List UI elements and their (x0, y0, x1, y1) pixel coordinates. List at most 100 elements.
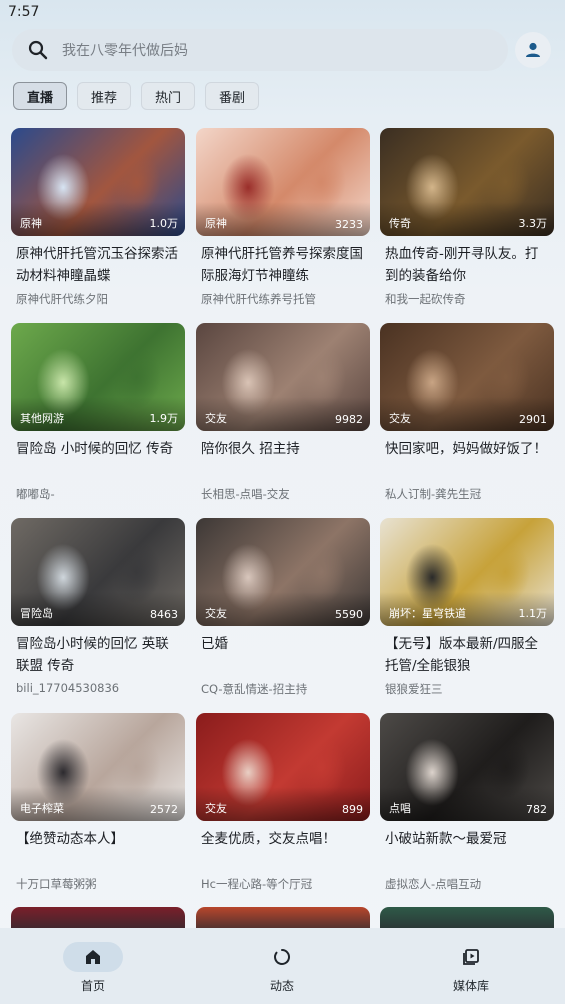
live-room-card[interactable]: 电子榨菜 2572 【绝赞动态本人】 十万口草莓粥粥 (11, 713, 185, 893)
tab-recommend[interactable]: 推荐 (77, 82, 132, 110)
live-view-count: 1.9万 (149, 412, 179, 425)
nav-dynamic-pill (252, 942, 312, 972)
user-icon (526, 42, 540, 57)
live-category: 原神 (205, 217, 227, 230)
live-thumbnail: 冒险岛 8463 (11, 518, 185, 626)
live-room-card[interactable]: 交友 899 全麦优质，交友点唱！ Hc一程心路-等个厅冠 (196, 713, 370, 893)
live-view-count: 8463 (150, 608, 178, 621)
status-bar: 7:57 (0, 0, 565, 24)
live-category: 交友 (205, 412, 227, 425)
nav-home-label: 首页 (80, 979, 105, 993)
live-room-card[interactable]: 点唱 782 小破站新款～最爱冠 虚拟恋人-点唱互动 (380, 713, 554, 893)
live-title: 已婚 (201, 636, 228, 652)
live-view-count: 2901 (519, 413, 547, 426)
live-category: 交友 (389, 412, 411, 425)
live-title: 原神代肝托管养号探索度国际服海灯节神瞳练 (201, 246, 363, 284)
nav-home[interactable]: 首页 (33, 942, 153, 998)
live-thumbnail: 交友 2901 (380, 323, 554, 431)
live-category: 冒险岛 (20, 607, 53, 620)
nav-home-pill (63, 942, 123, 972)
live-owner: 私人订制-龚先生冠 (385, 487, 482, 501)
tab-hot[interactable]: 热门 (141, 82, 196, 110)
live-view-count: 3.3万 (518, 217, 548, 230)
live-thumbnail: 交友 9982 (196, 323, 370, 431)
live-title: 【无号】版本最新/四服全托管/全能银狼 (385, 636, 539, 674)
live-category: 电子榨菜 (20, 802, 64, 815)
tab-recommend-label: 推荐 (91, 90, 118, 106)
live-title: 冒险岛 小时候的回忆 传奇 (16, 441, 174, 457)
nav-media-label: 媒体库 (452, 979, 489, 993)
live-view-count: 5590 (335, 608, 363, 621)
category-tabs: 直播 推荐 热门 番剧 (13, 82, 260, 110)
search-input[interactable]: 我在八零年代做后妈 (12, 29, 508, 71)
live-room-card[interactable]: 交友 9982 陪你很久 招主持 长相思-点唱-交友 (196, 323, 370, 503)
live-title: 小破站新款～最爱冠 (385, 831, 507, 847)
tab-anime-label: 番剧 (219, 90, 246, 106)
live-thumbnail: 崩坏：星穹铁道 1.1万 (380, 518, 554, 626)
live-category: 崩坏：星穹铁道 (389, 607, 466, 620)
live-title: 冒险岛小时候的回忆 英联联盟 传奇 (16, 636, 169, 674)
search-icon (28, 40, 48, 60)
live-view-count: 1.1万 (518, 607, 548, 620)
live-owner: 和我一起砍传奇 (385, 292, 466, 306)
avatar[interactable] (515, 32, 551, 68)
bottom-nav: 首页 动态 媒体库 (0, 928, 565, 1004)
live-view-count: 782 (526, 803, 547, 816)
home-icon (86, 950, 100, 964)
live-thumbnail: 原神 3233 (196, 128, 370, 236)
live-owner: 十万口草莓粥粥 (16, 877, 97, 891)
live-category: 交友 (205, 607, 227, 620)
live-title: 【绝赞动态本人】 (16, 831, 124, 847)
live-thumbnail: 原神 1.0万 (11, 128, 185, 236)
live-view-count: 9982 (335, 413, 363, 426)
live-owner: bili_17704530836 (16, 681, 120, 695)
live-view-count: 3233 (335, 218, 363, 231)
nav-dynamic-label: 动态 (269, 979, 294, 993)
nav-media-pill (441, 942, 501, 972)
live-owner: 虚拟恋人-点唱互动 (385, 877, 482, 891)
live-room-card[interactable]: 崩坏：星穹铁道 1.1万【无号】版本最新/四服全托管/全能银狼银狼爱狂三 (380, 518, 554, 698)
media-library-icon (463, 949, 479, 965)
live-owner: 银狼爱狂三 (385, 682, 443, 696)
live-thumbnail: 交友 899 (196, 713, 370, 821)
dynamic-circle-icon (274, 948, 290, 965)
live-owner: 原神代肝代练夕阳 (16, 292, 108, 306)
live-room-card[interactable]: 交友 5590 已婚 CQ-意乱情迷-招主持 (196, 518, 370, 698)
live-category: 传奇 (389, 217, 411, 230)
nav-media-library[interactable]: 媒体库 (411, 942, 531, 998)
live-owner: 长相思-点唱-交友 (201, 487, 290, 501)
live-title: 全麦优质，交友点唱！ (201, 831, 336, 847)
nav-dynamic[interactable]: 动态 (222, 942, 342, 998)
live-thumbnail: 电子榨菜 2572 (11, 713, 185, 821)
live-room-card[interactable]: 原神 3233 原神代肝托管养号探索度国际服海灯节神瞳练原神代肝代练养号托管 (196, 128, 370, 308)
search-row: 我在八零年代做后妈 (12, 29, 553, 71)
live-category: 其他网游 (20, 412, 64, 425)
live-view-count: 1.0万 (149, 217, 179, 230)
live-room-card[interactable]: 交友 2901 快回家吧，妈妈做好饭了！ 私人订制-龚先生冠 (380, 323, 554, 503)
status-time: 7:57 (8, 4, 40, 20)
live-title: 原神代肝托管沉玉谷探索活动材料神瞳晶蝶 (16, 246, 178, 284)
live-title: 快回家吧，妈妈做好饭了！ (385, 441, 547, 457)
tab-hot-label: 热门 (155, 90, 182, 106)
live-view-count: 899 (342, 803, 363, 816)
search-placeholder: 我在八零年代做后妈 (62, 43, 188, 59)
live-title: 热血传奇-刚开寻队友。打到的装备给你 (385, 246, 539, 284)
live-category: 原神 (20, 217, 42, 230)
live-thumbnail: 点唱 782 (380, 713, 554, 821)
live-room-card[interactable]: 冒险岛 8463 冒险岛小时候的回忆 英联联盟 传奇 bili_17704530836 (11, 518, 185, 698)
live-thumbnail: 其他网游 1.9万 (11, 323, 185, 431)
live-thumbnail: 传奇 3.3万 (380, 128, 554, 236)
live-room-card[interactable]: 原神 1.0万原神代肝托管沉玉谷探索活动材料神瞳晶蝶原神代肝代练夕阳 (11, 128, 185, 308)
live-title: 陪你很久 招主持 (201, 441, 300, 457)
live-room-card[interactable]: 传奇 3.3万热血传奇-刚开寻队友。打到的装备给你和我一起砍传奇 (380, 128, 554, 308)
live-owner: 原神代肝代练养号托管 (201, 292, 316, 306)
live-owner: Hc一程心路-等个厅冠 (201, 877, 313, 891)
tab-live[interactable]: 直播 (13, 82, 68, 110)
live-owner: CQ-意乱情迷-招主持 (201, 682, 308, 696)
live-category: 交友 (205, 802, 227, 815)
live-owner: 嘟嘟岛- (16, 487, 55, 501)
live-category: 点唱 (389, 802, 411, 815)
tab-anime[interactable]: 番剧 (205, 82, 260, 110)
tab-live-label: 直播 (27, 90, 54, 106)
live-room-card[interactable]: 其他网游 1.9万冒险岛 小时候的回忆 传奇 嘟嘟岛- (11, 323, 185, 503)
